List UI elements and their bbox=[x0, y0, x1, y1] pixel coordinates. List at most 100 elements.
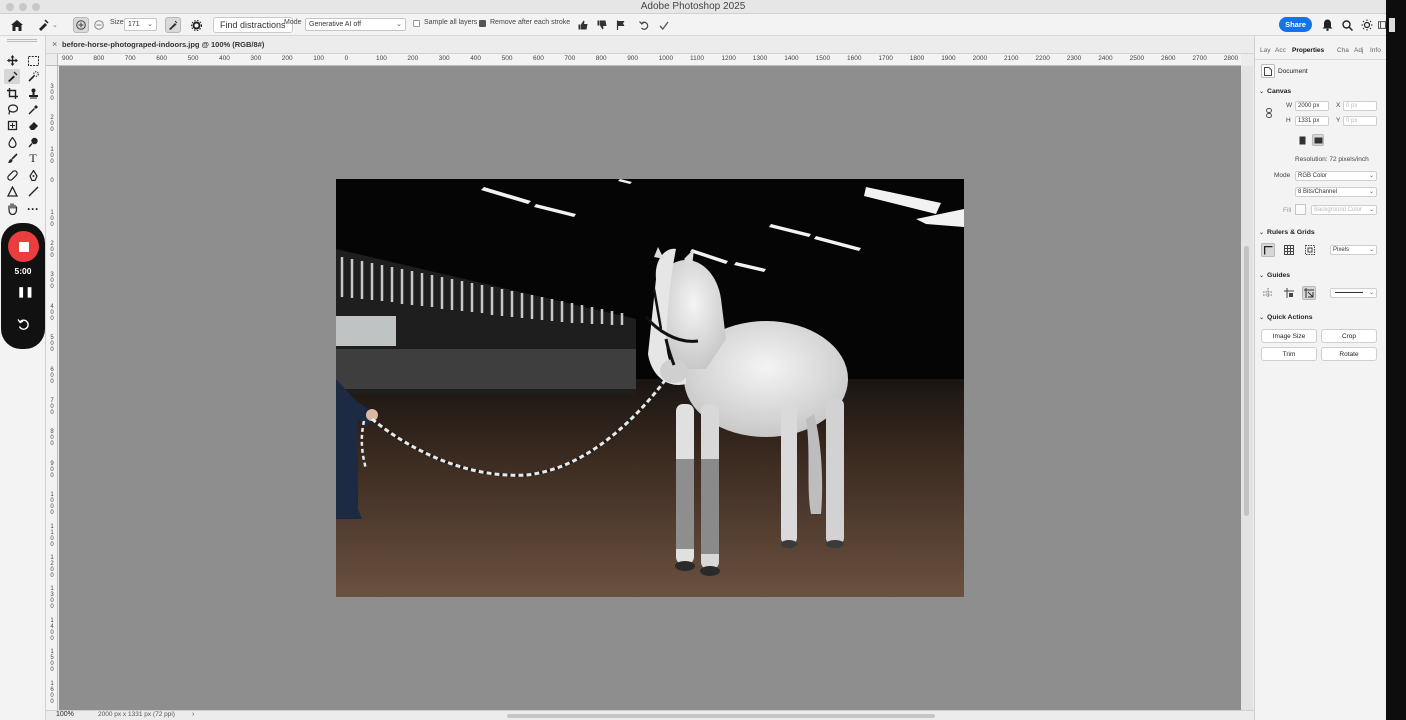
remove-after-stroke-checkbox[interactable] bbox=[479, 20, 486, 27]
eyedropper-tool-icon[interactable] bbox=[25, 102, 41, 117]
line-tool-icon[interactable] bbox=[25, 184, 41, 199]
size-label: Size bbox=[110, 19, 124, 26]
ruler-origin[interactable] bbox=[46, 54, 58, 66]
type-tool-icon[interactable]: T bbox=[25, 151, 41, 166]
height-field[interactable]: 1331 px bbox=[1295, 116, 1329, 126]
ruler-tick-label: 1400 bbox=[50, 617, 54, 642]
ruler-tick-label: 200 bbox=[50, 115, 54, 134]
pixel-grid-toggle-icon[interactable] bbox=[1303, 243, 1317, 257]
hand-tool-icon[interactable] bbox=[4, 201, 20, 216]
color-mode-select[interactable]: RGB Color ⌄ bbox=[1295, 171, 1377, 181]
thumbs-down-icon[interactable] bbox=[594, 17, 610, 33]
stamp-tool-icon[interactable] bbox=[25, 86, 41, 101]
add-guides-icon[interactable] bbox=[1282, 286, 1296, 300]
mode-select[interactable]: Generative AI off ⌄ bbox=[305, 18, 406, 31]
guide-style-select[interactable]: ⌄ bbox=[1330, 288, 1377, 298]
thumbs-up-icon[interactable] bbox=[575, 17, 591, 33]
quick-selection-tool-icon[interactable] bbox=[25, 69, 41, 84]
flag-icon[interactable] bbox=[613, 17, 629, 33]
close-document-icon[interactable]: × bbox=[52, 39, 57, 49]
document-canvas-image[interactable] bbox=[336, 179, 964, 597]
smart-guides-icon[interactable] bbox=[1302, 286, 1316, 300]
move-tool-icon[interactable] bbox=[4, 53, 20, 68]
screen-edge bbox=[1386, 0, 1406, 720]
tab-properties[interactable]: Properties bbox=[1292, 47, 1324, 54]
document-tab[interactable]: before-horse-photograped-indoors.jpg @ 1… bbox=[62, 40, 264, 49]
lightbulb-icon[interactable] bbox=[1360, 18, 1374, 32]
rulers-toggle-icon[interactable] bbox=[1261, 243, 1275, 257]
status-menu-chevron-icon[interactable]: › bbox=[192, 711, 194, 718]
vertical-scrollbar[interactable] bbox=[1241, 66, 1253, 710]
ruler-tick-label: 1500 bbox=[815, 55, 831, 62]
ruler-tick-label: 700 bbox=[124, 55, 136, 62]
tool-preset-chevron-icon[interactable]: ⌄ bbox=[52, 17, 58, 33]
pause-recording-icon[interactable]: ❚❚ bbox=[17, 287, 34, 299]
marquee-tool-icon[interactable] bbox=[25, 53, 41, 68]
zoom-level[interactable]: 100% bbox=[56, 711, 74, 718]
reset-icon[interactable] bbox=[636, 17, 652, 33]
trim-button[interactable]: Trim bbox=[1261, 347, 1317, 361]
home-icon[interactable] bbox=[9, 17, 25, 33]
search-icon[interactable] bbox=[1340, 18, 1354, 32]
lasso-tool-icon[interactable] bbox=[4, 102, 20, 117]
bit-depth-select[interactable]: 8 Bits/Channel ⌄ bbox=[1295, 187, 1377, 197]
quick-actions-section-header[interactable]: ⌄ Quick Actions bbox=[1259, 314, 1312, 321]
fill-chevron-icon: ⌄ bbox=[1368, 207, 1374, 213]
crop-tool-icon[interactable] bbox=[4, 86, 20, 101]
grid-toggle-icon[interactable] bbox=[1282, 243, 1296, 257]
gear-icon[interactable] bbox=[188, 17, 204, 33]
guides-section-header[interactable]: ⌄ Guides bbox=[1259, 272, 1290, 279]
add-mode-icon[interactable] bbox=[73, 17, 89, 33]
landscape-orientation-icon[interactable] bbox=[1312, 134, 1324, 146]
tab-adjustments[interactable]: Adj bbox=[1354, 47, 1363, 54]
rulers-grids-section-header[interactable]: ⌄ Rulers & Grids bbox=[1259, 229, 1315, 236]
y-field[interactable]: 0 px bbox=[1343, 116, 1377, 126]
dodge-tool-icon[interactable] bbox=[25, 135, 41, 150]
horizontal-scroll-thumb[interactable] bbox=[507, 714, 935, 718]
stop-icon bbox=[18, 241, 29, 252]
tab-actions[interactable]: Acc bbox=[1275, 47, 1286, 54]
workspace-icon[interactable] bbox=[1378, 18, 1386, 32]
fill-swatch[interactable] bbox=[1295, 204, 1306, 215]
shape-tool-icon[interactable] bbox=[4, 184, 20, 199]
image-size-button[interactable]: Image Size bbox=[1261, 329, 1317, 343]
frame-tool-icon[interactable] bbox=[4, 118, 20, 133]
fill-select[interactable]: Background Color ⌄ bbox=[1311, 205, 1377, 215]
vertical-scroll-thumb[interactable] bbox=[1244, 246, 1249, 516]
find-distractions-button[interactable]: Find distractions bbox=[213, 17, 293, 33]
commit-checkmark-icon[interactable] bbox=[656, 17, 672, 33]
tab-info[interactable]: Info bbox=[1370, 47, 1381, 54]
crop-button[interactable]: Crop bbox=[1321, 329, 1377, 343]
brush-tool-icon[interactable] bbox=[4, 151, 20, 166]
bell-icon[interactable] bbox=[1320, 18, 1334, 32]
x-field[interactable]: 0 px bbox=[1343, 101, 1377, 111]
guides-visibility-icon[interactable] bbox=[1261, 286, 1275, 300]
healing-tool-icon[interactable] bbox=[4, 168, 20, 183]
pen-tool-icon[interactable] bbox=[25, 168, 41, 183]
stop-recording-button[interactable] bbox=[8, 231, 39, 262]
horizontal-ruler[interactable]: 900 800 700 600 500 400 300 200 100 0 100 200 300 400… bbox=[58, 54, 1241, 66]
ruler-units-select[interactable]: Pixels ⌄ bbox=[1330, 245, 1377, 255]
blur-tool-icon[interactable] bbox=[4, 135, 20, 150]
remove-tool-icon[interactable] bbox=[35, 17, 51, 33]
restart-recording-icon[interactable] bbox=[15, 318, 31, 334]
tab-channels[interactable]: Cha bbox=[1337, 47, 1349, 54]
sample-all-layers-checkbox[interactable] bbox=[413, 20, 420, 27]
width-field[interactable]: 2000 px bbox=[1295, 101, 1329, 111]
subtract-mode-icon[interactable] bbox=[91, 17, 107, 33]
portrait-orientation-icon[interactable] bbox=[1296, 134, 1308, 146]
rotate-button[interactable]: Rotate bbox=[1321, 347, 1377, 361]
toolbar-grip[interactable] bbox=[7, 39, 37, 42]
horse-photo bbox=[336, 179, 964, 597]
canvas-section-header[interactable]: ⌄ Canvas bbox=[1259, 88, 1291, 95]
size-field[interactable]: 171 ⌄ bbox=[124, 18, 157, 31]
share-button[interactable]: Share bbox=[1279, 17, 1312, 32]
ruler-tick-label: 600 bbox=[50, 366, 54, 385]
more-tools-icon[interactable]: ··· bbox=[25, 201, 41, 216]
brush-pressure-icon[interactable] bbox=[165, 17, 181, 33]
eraser-tool-icon[interactable] bbox=[25, 118, 41, 133]
tab-layers[interactable]: Lay bbox=[1260, 47, 1270, 54]
vertical-ruler[interactable]: 300 200 100 0 100 200 300 400 500 600 700 800 900 100… bbox=[46, 66, 58, 710]
remove-tool-button[interactable] bbox=[4, 69, 20, 84]
link-dimensions-icon[interactable] bbox=[1266, 108, 1272, 120]
